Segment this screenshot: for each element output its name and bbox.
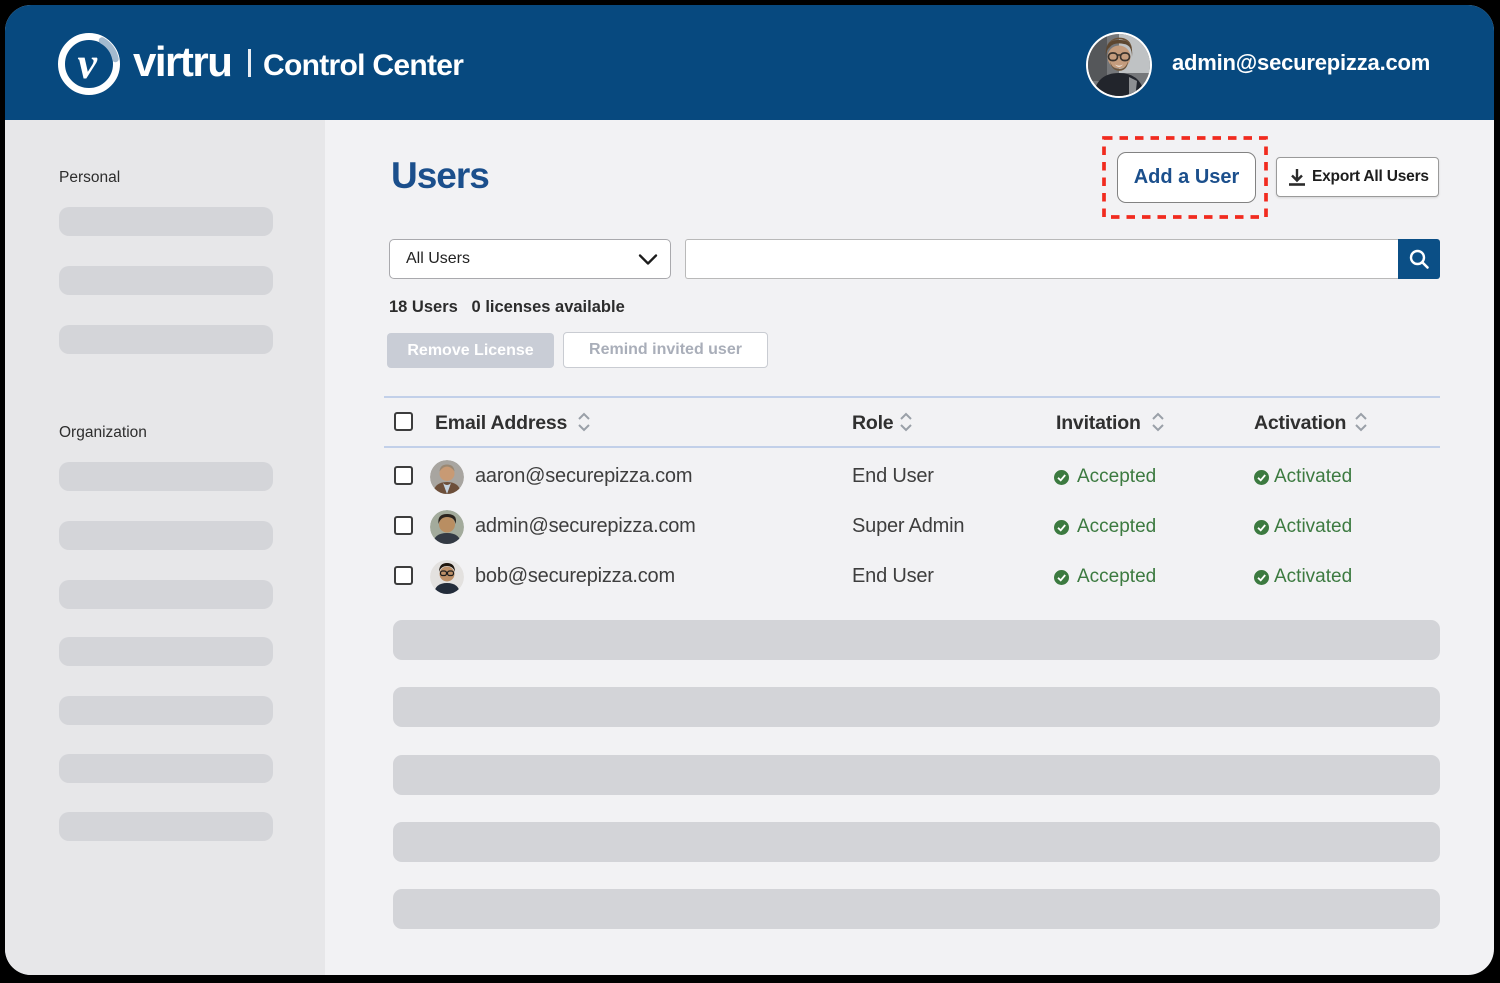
svg-text:ν: ν: [78, 39, 98, 88]
